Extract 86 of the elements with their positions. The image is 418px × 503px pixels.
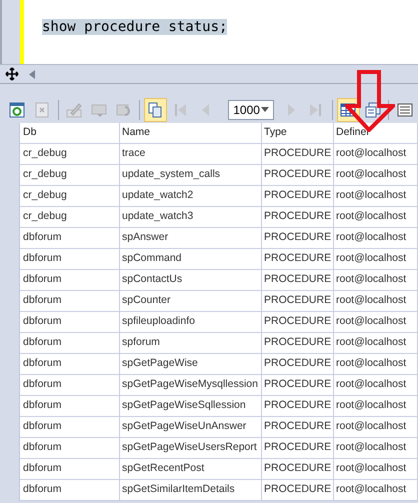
table-cell: PROCEDURE — [262, 291, 334, 312]
table-cell: PROCEDURE — [262, 144, 334, 165]
copy-icon — [147, 102, 164, 118]
table-cell: root@localhost — [334, 354, 418, 375]
table-cell: spGetPageWiseUsersReport — [120, 438, 262, 459]
table-cell: root@localhost — [334, 417, 418, 438]
table-cell: update_watch2 — [120, 186, 262, 207]
table-cell: update_system_calls — [120, 165, 262, 186]
table-cell: dbforum — [20, 438, 120, 459]
table-cell: PROCEDURE — [262, 354, 334, 375]
table-cell: PROCEDURE — [262, 480, 334, 501]
text-icon — [396, 102, 413, 118]
table-cell: root@localhost — [334, 396, 418, 417]
first-icon — [172, 102, 188, 118]
table-cell: spforum — [120, 333, 262, 354]
table-cell: dbforum — [20, 333, 120, 354]
table-cell: root@localhost — [334, 291, 418, 312]
table-cell: root@localhost — [334, 438, 418, 459]
table-cell: PROCEDURE — [262, 270, 334, 291]
table-cell: dbforum — [20, 312, 120, 333]
table-cell: dbforum — [20, 480, 120, 501]
caret-icon — [261, 107, 270, 112]
table-cell: spGetPageWise — [120, 354, 262, 375]
table-cell: root@localhost — [334, 480, 418, 501]
table-cell: root@localhost — [334, 144, 418, 165]
line-change-marker — [20, 0, 24, 64]
table-cell: root@localhost — [334, 186, 418, 207]
page-size-dropdown[interactable]: 1000 — [228, 100, 274, 120]
table-cell: root@localhost — [334, 270, 418, 291]
column-header[interactable]: Db — [20, 123, 120, 144]
table-cell: spCommand — [120, 249, 262, 270]
table-cell: root@localhost — [334, 375, 418, 396]
table-cell: cr_debug — [20, 207, 120, 228]
table-cell: root@localhost — [334, 312, 418, 333]
table-cell: PROCEDURE — [262, 417, 334, 438]
table-cell: cr_debug — [20, 165, 120, 186]
column-header[interactable]: Name — [120, 123, 262, 144]
table-cell: spGetPageWiseUnAnswer — [120, 417, 262, 438]
table-cell: root@localhost — [334, 228, 418, 249]
delete-icon — [34, 102, 50, 118]
table-cell: root@localhost — [334, 165, 418, 186]
table-cell: PROCEDURE — [262, 186, 334, 207]
table-cell: spGetPageWiseSqllession — [120, 396, 262, 417]
table-cell: dbforum — [20, 270, 120, 291]
table-cell: trace — [120, 144, 262, 165]
table-cell: spGetPageWiseMysqllession — [120, 375, 262, 396]
table-cell: root@localhost — [334, 207, 418, 228]
table-cell: spGetSimilarItemDetails — [120, 480, 262, 501]
column-header[interactable]: Definer — [334, 123, 418, 144]
table-cell: dbforum — [20, 417, 120, 438]
table-cell: dbforum — [20, 375, 120, 396]
table-cell: dbforum — [20, 396, 120, 417]
column-header[interactable]: Type — [262, 123, 334, 144]
table-cell: PROCEDURE — [262, 438, 334, 459]
edit-icon — [66, 102, 82, 118]
form-icon — [364, 102, 381, 118]
table-cell: root@localhost — [334, 459, 418, 480]
table-cell: PROCEDURE — [262, 228, 334, 249]
table-cell: dbforum — [20, 354, 120, 375]
table-cell: dbforum — [20, 459, 120, 480]
table-cell: root@localhost — [334, 249, 418, 270]
table-cell: root@localhost — [334, 333, 418, 354]
table-cell: PROCEDURE — [262, 375, 334, 396]
table-cell: PROCEDURE — [262, 249, 334, 270]
table-cell: PROCEDURE — [262, 459, 334, 480]
sql-query: show procedure status; — [42, 19, 228, 35]
table-cell: dbforum — [20, 228, 120, 249]
table-cell: cr_debug — [20, 186, 120, 207]
copy-button[interactable] — [144, 98, 167, 122]
table-cell: PROCEDURE — [262, 207, 334, 228]
table-cell: spfileuploadinfo — [120, 312, 262, 333]
table-cell: dbforum — [20, 291, 120, 312]
table-cell: PROCEDURE — [262, 165, 334, 186]
scroll-left-icon[interactable] — [29, 70, 35, 78]
table-cell: spContactUs — [120, 270, 262, 291]
table-cell: update_watch3 — [120, 207, 262, 228]
table-cell: PROCEDURE — [262, 396, 334, 417]
table-cell: PROCEDURE — [262, 312, 334, 333]
table-cell: spCounter — [120, 291, 262, 312]
table-cell: PROCEDURE — [262, 333, 334, 354]
table-cell: dbforum — [20, 249, 120, 270]
refresh-icon — [9, 102, 26, 118]
table-cell: cr_debug — [20, 144, 120, 165]
table-cell: spAnswer — [120, 228, 262, 249]
table-cell: spGetRecentPost — [120, 459, 262, 480]
move-icon[interactable] — [5, 67, 19, 81]
